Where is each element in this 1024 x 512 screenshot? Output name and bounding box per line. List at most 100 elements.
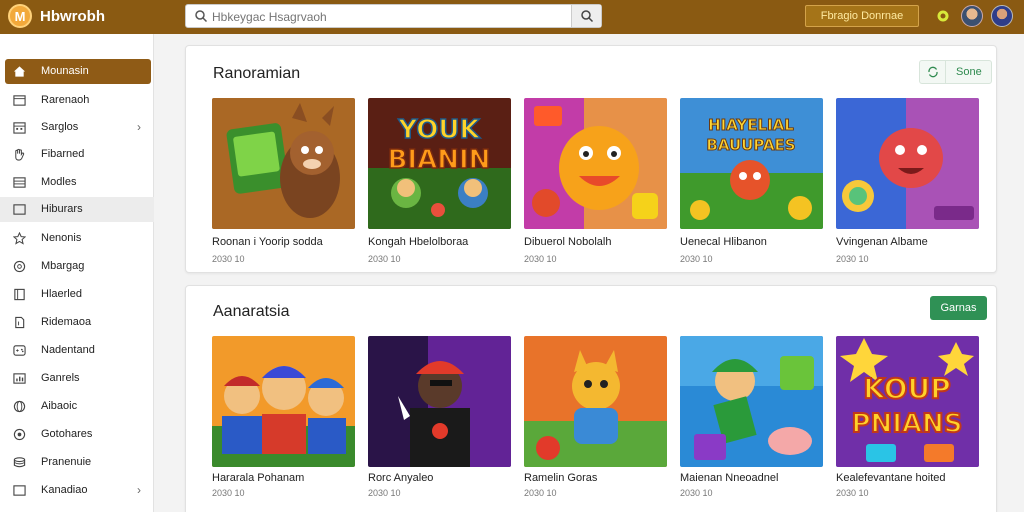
game-title: Kongah Hbelolboraa: [368, 236, 469, 248]
sidebar-item-11[interactable]: Ganrels: [5, 366, 151, 391]
chevron-right-icon: ›: [137, 483, 141, 497]
game-meta: 2030 10: [680, 488, 713, 498]
sidebar-item-7[interactable]: Mbargag: [5, 254, 151, 279]
chart-icon: [13, 373, 26, 384]
game-meta: 2030 10: [680, 254, 713, 264]
game-title: Vvingenan Albame: [836, 236, 928, 248]
thumb-text: BAUUPAES: [706, 136, 795, 154]
sidebar-item-5[interactable]: Hiburars: [0, 197, 154, 222]
book-icon: [14, 288, 25, 301]
sidebar-item-10[interactable]: Nadentand: [5, 338, 151, 363]
game-meta: 2030 10: [836, 488, 869, 498]
hand-icon: [15, 148, 25, 161]
game-thumbnail[interactable]: HIAYELIAL BAUUPAES: [680, 98, 823, 229]
section-title: Aanaratsia: [213, 303, 290, 320]
sidebar-item-label: Gotohares: [41, 428, 93, 440]
user-avatar[interactable]: [991, 5, 1013, 27]
logo-letter: M: [14, 8, 26, 24]
game-thumbnail[interactable]: [680, 336, 823, 467]
thumb-text: PNIANS: [851, 409, 962, 439]
sidebar-item-label: Ridemaoa: [41, 316, 92, 328]
game-thumbnail[interactable]: [524, 98, 667, 229]
search-input[interactable]: [212, 8, 552, 25]
window-icon: [13, 95, 26, 106]
game-meta: 2030 10: [836, 254, 869, 264]
sidebar-item-1[interactable]: Rarenaoh: [5, 88, 151, 113]
sidebar-item-2[interactable]: Sarglos ›: [5, 115, 151, 140]
thumb-text: BIANIN: [388, 145, 491, 175]
game-thumbnail[interactable]: [836, 98, 979, 229]
section-action-button[interactable]: Garnas: [930, 296, 987, 320]
sidebar-item-label: Ganrels: [41, 372, 80, 384]
thumb-text: HIAYELIAL: [708, 116, 794, 134]
settings-icon[interactable]: [932, 5, 954, 27]
sidebar-item-12[interactable]: Aibaoic: [5, 394, 151, 419]
sidebar-item-3[interactable]: Fibarned: [5, 142, 151, 167]
section-action-button[interactable]: Sone: [919, 60, 992, 84]
sidebar-item-label: Nadentand: [41, 344, 95, 356]
game-meta: 2030 10: [212, 254, 245, 264]
document-icon: [15, 316, 25, 329]
game-thumbnail[interactable]: KOUP PNIANS: [836, 336, 979, 467]
sidebar-item-label: Mbargag: [41, 260, 85, 272]
game-meta: 2030 10: [524, 254, 557, 264]
sidebar-item-6[interactable]: Nenonis: [5, 226, 151, 251]
sidebar-item-label: Rarenaoh: [41, 94, 90, 106]
sidebar-item-label: Sarglos: [41, 121, 79, 133]
sidebar-item-label: Fibarned: [41, 148, 85, 160]
folder-icon: [13, 204, 26, 215]
search-bar: [185, 4, 602, 28]
header-link-button[interactable]: Fbragio Donrnae: [805, 5, 919, 27]
app-logo-icon[interactable]: M: [8, 4, 32, 28]
search-button-icon: [580, 10, 593, 23]
game-title: Uenecal Hlibanon: [680, 236, 767, 248]
game-title: Roonan i Yoorip sodda: [212, 236, 323, 248]
sidebar-item-label: Hiburars: [41, 203, 83, 215]
game-title: Ramelin Goras: [524, 472, 598, 484]
top-bar: M Hbwrobh Fbragio Donrnae: [0, 0, 1024, 34]
star-icon: [13, 232, 26, 245]
game-thumbnail[interactable]: [212, 336, 355, 467]
game-thumbnail[interactable]: YOUK BIANIN: [368, 98, 511, 229]
game-thumbnail[interactable]: [368, 336, 511, 467]
app-brand[interactable]: Hbwrobh: [40, 8, 105, 25]
calendar-icon: [13, 122, 26, 134]
search-button[interactable]: [571, 5, 601, 27]
sidebar-item-label: Aibaoic: [41, 400, 78, 412]
gear-icon: [13, 428, 26, 441]
sidebar: Mounasin Rarenaoh Sarglos › Fibarned Mod…: [0, 34, 154, 512]
game-title: Rorc Anyaleo: [368, 472, 434, 484]
game-thumbnail[interactable]: [524, 336, 667, 467]
refresh-icon: [920, 61, 946, 83]
gamepad-icon: [13, 345, 26, 356]
game-section-1: Ranoramian Sone Roonan i Yoorip sodda 20…: [185, 45, 997, 273]
sidebar-item-14[interactable]: Pranenuie: [5, 450, 151, 475]
thumb-text: YOUK: [397, 115, 480, 145]
game-meta: 2030 10: [368, 254, 401, 264]
sidebar-item-9[interactable]: Ridemaoa: [5, 310, 151, 335]
game-thumbnail[interactable]: [212, 98, 355, 229]
game-title: Kealefevantane hoited: [836, 472, 946, 484]
game-meta: 2030 10: [524, 488, 557, 498]
home-icon: [13, 66, 26, 77]
chevron-right-icon: ›: [137, 120, 141, 134]
list-icon: [13, 177, 26, 188]
game-meta: 2030 10: [368, 488, 401, 498]
section-title: Ranoramian: [213, 65, 301, 82]
circle-icon: [13, 260, 26, 273]
sidebar-item-label: Modles: [41, 176, 77, 188]
game-title: Dibuerol Nobolalh: [524, 236, 612, 248]
folder-icon: [13, 485, 26, 496]
sidebar-item-13[interactable]: Gotohares: [5, 422, 151, 447]
sidebar-item-8[interactable]: Hlaerled: [5, 282, 151, 307]
section-action-label: Sone: [956, 66, 982, 78]
game-section-2: Aanaratsia Garnas Hararala Pohanam 2030 …: [185, 285, 997, 512]
stack-icon: [13, 457, 26, 468]
sidebar-item-15[interactable]: Kanadiao ›: [5, 478, 151, 503]
avatar[interactable]: [961, 5, 983, 27]
game-title: Hararala Pohanam: [212, 472, 305, 484]
sidebar-item-label: Pranenuie: [41, 456, 92, 468]
sidebar-item-4[interactable]: Modles: [5, 170, 151, 195]
sidebar-item-0[interactable]: Mounasin: [5, 59, 151, 84]
sidebar-item-label: Nenonis: [41, 232, 82, 244]
